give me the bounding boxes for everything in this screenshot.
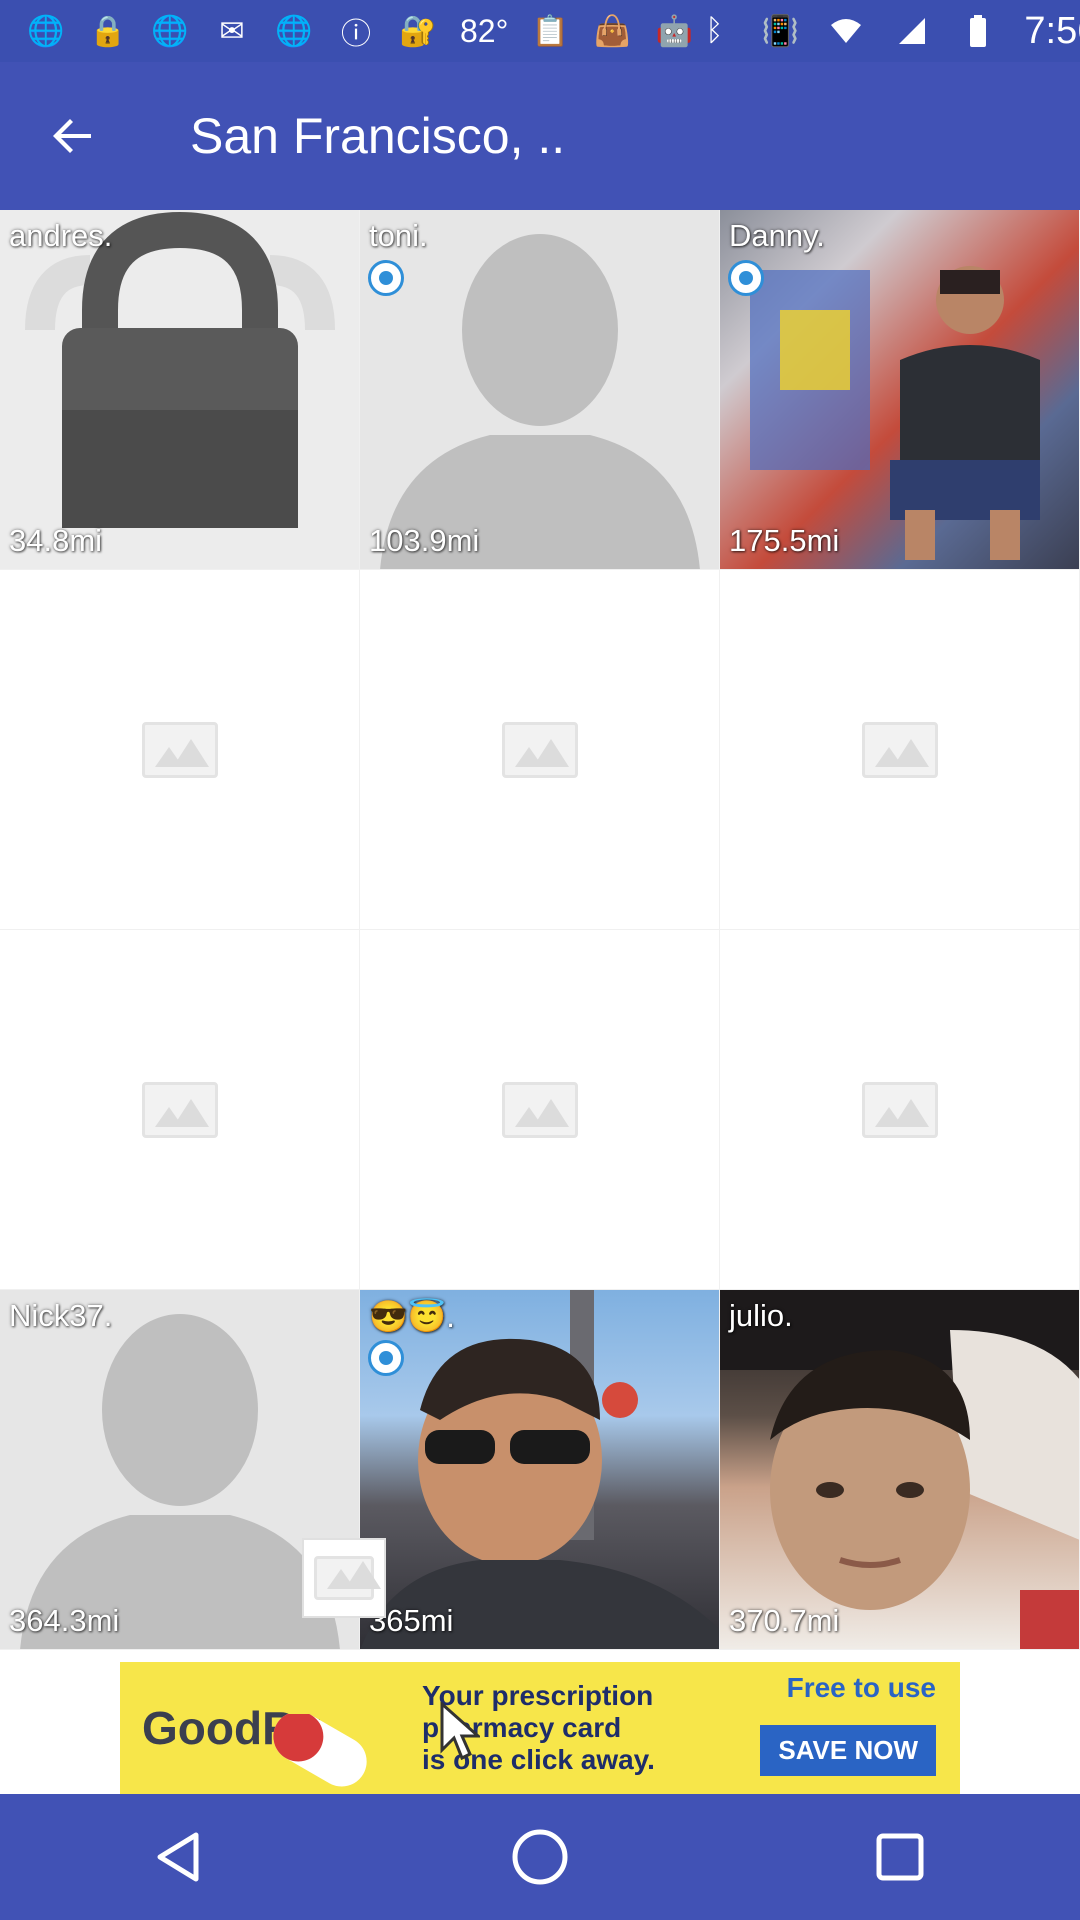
- image-placeholder-icon: [861, 721, 938, 778]
- globe-icon: 🌐: [275, 14, 313, 48]
- ad-container: GoodRx Your prescription pharmacy card i…: [0, 1662, 1080, 1794]
- square-recents-icon: [876, 1833, 924, 1881]
- image-placeholder-icon: [141, 721, 218, 778]
- profile-card-emoji[interactable]: 😎😇. 365mi: [360, 1290, 720, 1650]
- app-bar: San Francisco, ..: [0, 62, 1080, 210]
- profile-distance: 34.8mi: [9, 523, 103, 558]
- mail-icon: ✉: [219, 14, 245, 48]
- profile-card-julio[interactable]: julio. 370.7mi: [720, 1290, 1080, 1650]
- goodrx-ad-banner[interactable]: GoodRx Your prescription pharmacy card i…: [120, 1662, 960, 1794]
- image-icon: [314, 1556, 381, 1600]
- profile-name: 😎😇.: [369, 1299, 455, 1334]
- system-icons: ᛒ 📳 7:56: [694, 10, 1080, 53]
- globe-icon: 🌐: [151, 14, 189, 48]
- signal-icon: [892, 11, 932, 51]
- profile-distance: 103.9mi: [369, 523, 480, 558]
- avatar-silhouette-icon: [360, 210, 719, 569]
- profile-distance: 370.7mi: [729, 1603, 840, 1638]
- arrow-back-icon: [53, 119, 91, 153]
- system-nav-bar: [0, 1794, 1080, 1920]
- profile-card-loading[interactable]: [720, 930, 1080, 1290]
- status-bar: 🌐 🔒 🌐 ✉ 🌐 ⓘ 🔐 82° 📋 👜 🤖 ᛒ 📳 7:56: [0, 0, 1080, 62]
- profile-photo: [750, 266, 1040, 560]
- profile-card-toni[interactable]: toni. 103.9mi: [360, 210, 720, 570]
- nav-back-button[interactable]: [120, 1797, 240, 1917]
- profile-card-loading[interactable]: [360, 930, 720, 1290]
- robot-icon: 🤖: [655, 14, 694, 48]
- nav-recents-button[interactable]: [840, 1797, 960, 1917]
- profile-card-loading[interactable]: [0, 930, 360, 1290]
- image-placeholder-icon: [861, 1081, 938, 1138]
- image-placeholder-icon: [501, 721, 578, 778]
- notification-icons: 🌐 🔒 🌐 ✉ 🌐 ⓘ 🔐 82° 📋 👜 🤖: [26, 11, 694, 52]
- temperature-text: 82°: [460, 12, 509, 49]
- lock-icon: [0, 210, 359, 569]
- nav-home-button[interactable]: [480, 1797, 600, 1917]
- back-button[interactable]: [0, 62, 146, 210]
- vibrate-icon: 📳: [761, 14, 800, 48]
- cursor-arrow-icon: [440, 1702, 480, 1761]
- wifi-icon: [826, 11, 866, 51]
- keyhole-icon: 🔒: [89, 14, 127, 48]
- profile-card-loading[interactable]: [720, 570, 1080, 930]
- target-badge-icon: [368, 1340, 404, 1376]
- profile-distance: 364.3mi: [9, 1603, 120, 1638]
- photo-filter-button[interactable]: [302, 1538, 386, 1618]
- bag-icon: 👜: [593, 14, 632, 48]
- page-title: San Francisco, ..: [190, 108, 566, 164]
- target-badge-icon: [728, 260, 764, 296]
- battery-icon: [958, 11, 998, 51]
- info-icon: ⓘ: [341, 18, 371, 51]
- profile-name: Danny.: [729, 218, 825, 253]
- clipboard-icon: 📋: [531, 14, 570, 48]
- profile-name: andres.: [9, 218, 113, 253]
- image-placeholder-icon: [501, 1081, 578, 1138]
- profile-card-loading[interactable]: [0, 570, 360, 930]
- profile-card-andres[interactable]: andres. 34.8mi: [0, 210, 360, 570]
- triangle-back-icon: [157, 1832, 199, 1882]
- bluetooth-icon: ᛒ: [705, 14, 724, 47]
- profile-name: toni.: [369, 218, 428, 253]
- profile-name: julio.: [729, 1298, 793, 1333]
- profile-grid: andres. 34.8mi toni. 103.9mi Danny. 175.…: [0, 210, 1080, 1662]
- profile-photo: [720, 1290, 1079, 1649]
- profile-distance: 175.5mi: [729, 523, 840, 558]
- globe-icon: 🌐: [27, 14, 65, 48]
- target-badge-icon: [368, 260, 404, 296]
- lock-icon: 🔐: [399, 14, 437, 48]
- circle-home-icon: [512, 1829, 568, 1885]
- clock: 7:56: [1024, 9, 1080, 52]
- save-now-button[interactable]: SAVE NOW: [760, 1725, 936, 1776]
- image-placeholder-icon: [141, 1081, 218, 1138]
- profile-name: Nick37.: [9, 1298, 113, 1333]
- profile-card-loading[interactable]: [360, 570, 720, 930]
- pill-icon: [273, 1714, 367, 1787]
- profile-photo: [360, 1290, 719, 1649]
- ad-free-text: Free to use: [786, 1672, 936, 1703]
- profile-card-danny[interactable]: Danny. 175.5mi: [720, 210, 1080, 570]
